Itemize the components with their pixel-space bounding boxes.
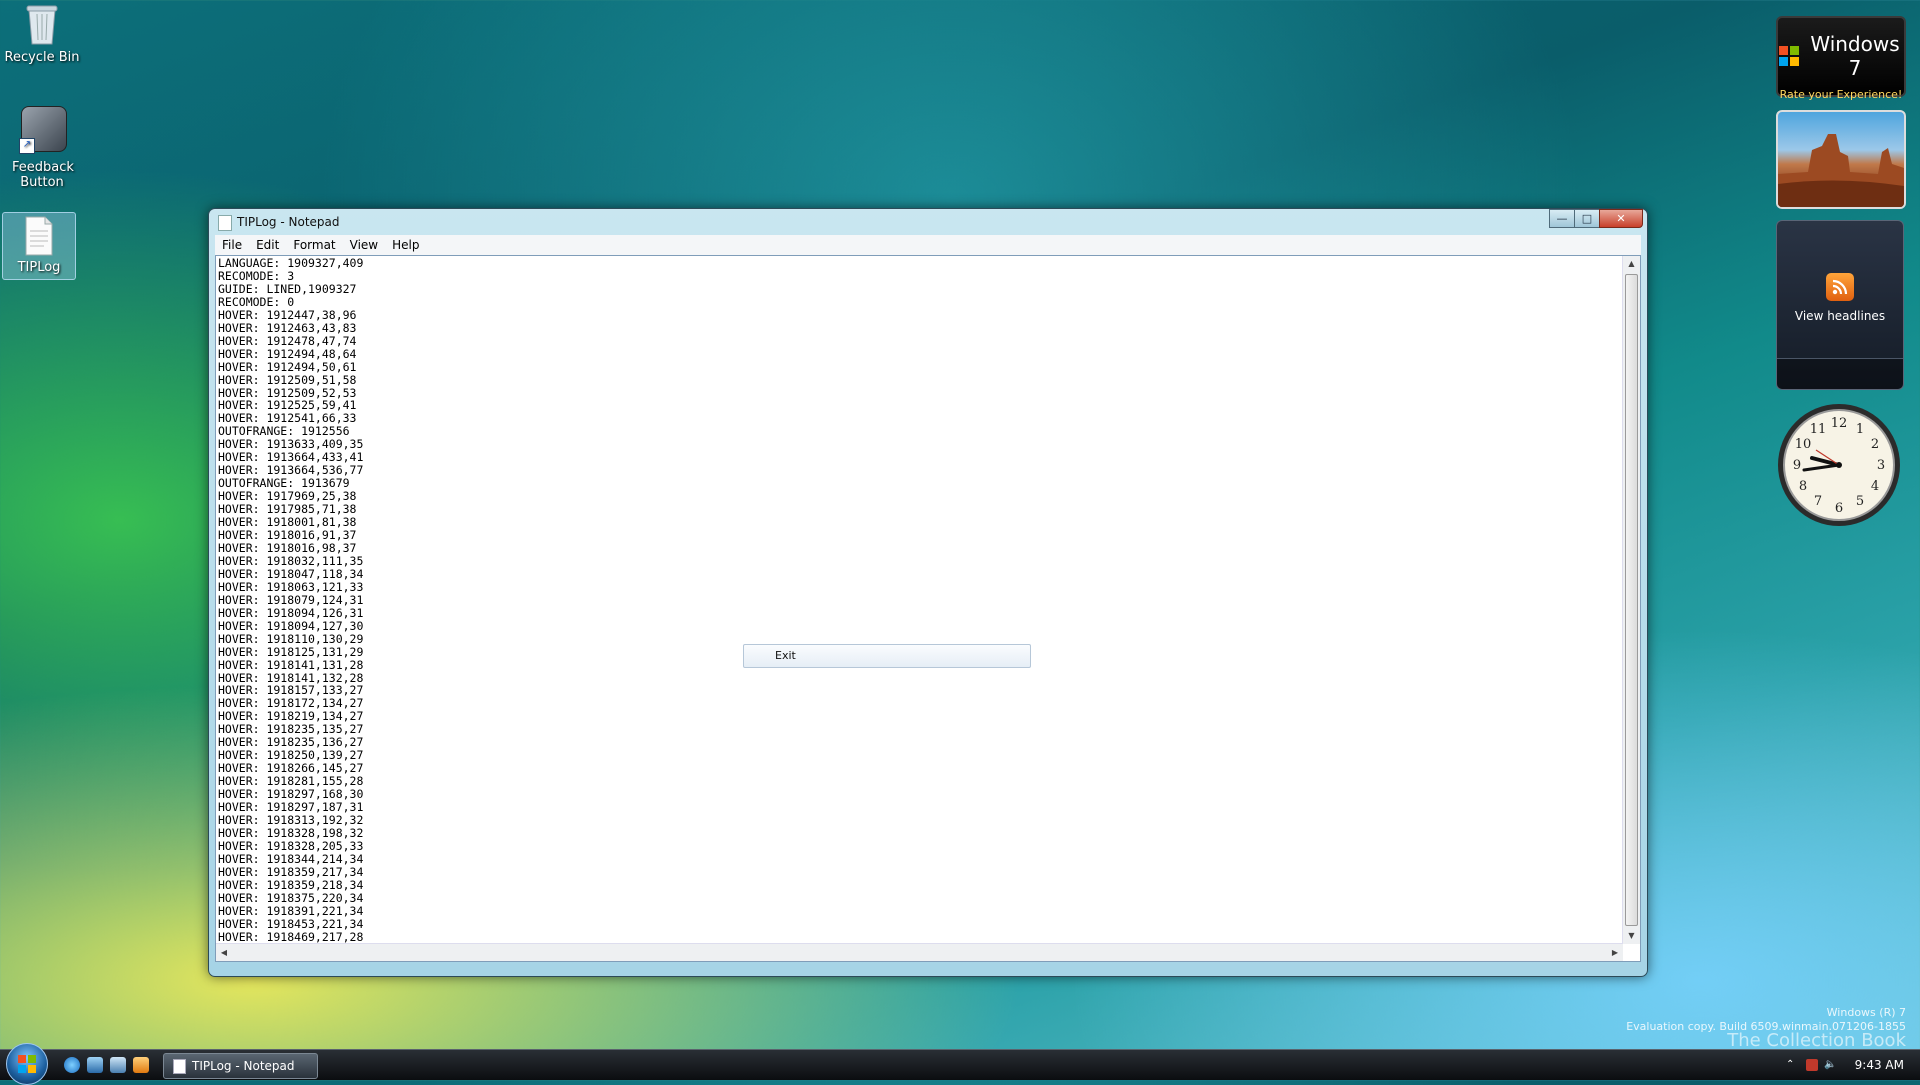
slideshow-photo — [1778, 134, 1904, 207]
watermark-line-1: Windows (R) 7 — [1826, 1006, 1906, 1019]
win7-title: Windows 7 — [1810, 32, 1900, 80]
menu-file[interactable]: File — [215, 238, 249, 252]
menu-help[interactable]: Help — [385, 238, 426, 252]
svg-text:5: 5 — [1856, 494, 1864, 509]
scroll-up-arrow-icon[interactable]: ▲ — [1623, 256, 1640, 272]
svg-text:4: 4 — [1871, 479, 1879, 494]
feedback-button-label: Feedback Button — [12, 160, 74, 190]
context-menu: Exit — [743, 644, 1031, 668]
taskbar-button-notepad[interactable]: TIPLog - Notepad — [163, 1053, 318, 1079]
show-desktop-icon[interactable] — [87, 1057, 103, 1073]
network-warning-icon[interactable] — [1806, 1059, 1818, 1071]
scroll-down-arrow-icon[interactable]: ▼ — [1623, 928, 1640, 944]
start-button[interactable] — [6, 1043, 48, 1085]
desktop-icon-feedback-button[interactable]: ↗ Feedback Button — [0, 106, 84, 190]
window-title: TIPLog - Notepad — [237, 215, 340, 229]
menu-edit[interactable]: Edit — [249, 238, 286, 252]
notepad-app-icon — [218, 215, 232, 231]
desktop-icon-tiplog[interactable]: TIPLog — [2, 212, 76, 280]
notepad-taskbar-icon — [173, 1058, 186, 1074]
svg-text:11: 11 — [1810, 422, 1827, 437]
svg-text:1: 1 — [1856, 422, 1864, 437]
tray-clock[interactable]: 9:43 AM — [1855, 1058, 1904, 1072]
build-watermark: Windows (R) 7 Evaluation copy. Build 650… — [1626, 1006, 1906, 1051]
horizontal-scrollbar[interactable]: ◀ ▶ — [216, 943, 1623, 961]
switch-windows-icon[interactable] — [110, 1057, 126, 1073]
menu-format[interactable]: Format — [286, 238, 342, 252]
rss-icon — [1826, 273, 1854, 301]
recycle-bin-label: Recycle Bin — [4, 50, 80, 65]
text-file-icon — [24, 216, 54, 256]
analog-clock-face: 12 12 345 678 91011 — [1778, 404, 1900, 526]
tiplog-label: TIPLog — [17, 260, 61, 275]
internet-explorer-icon[interactable] — [64, 1057, 80, 1073]
feed-headlines-gadget[interactable]: View headlines — [1776, 220, 1904, 390]
taskbar-button-label: TIPLog - Notepad — [192, 1059, 295, 1073]
minimize-button[interactable]: — — [1549, 209, 1575, 228]
document-text[interactable]: LANGUAGE: 1909327,409 RECOMODE: 3 GUIDE:… — [216, 256, 1622, 943]
vertical-scroll-thumb[interactable] — [1625, 274, 1638, 926]
svg-text:6: 6 — [1835, 501, 1843, 516]
watermark-line-3: The Collection Book — [1727, 1030, 1906, 1051]
minimize-icon: — — [1556, 212, 1568, 225]
windows-logo-icon — [18, 1055, 36, 1073]
windows-flag-icon — [1778, 45, 1800, 67]
view-headlines-link[interactable]: View headlines — [1777, 309, 1903, 323]
svg-text:10: 10 — [1795, 437, 1812, 452]
notepad-window[interactable]: TIPLog - Notepad — □ ✕ File Edit Format … — [208, 208, 1648, 977]
feedback-icon: ↗ — [19, 106, 67, 156]
clock-gadget[interactable]: 12 1 2 345 678 9 10 11 — [1776, 402, 1902, 528]
maximize-button[interactable]: □ — [1574, 209, 1600, 228]
media-player-icon[interactable] — [133, 1057, 149, 1073]
vertical-scrollbar[interactable]: ▲ ▼ — [1622, 256, 1640, 944]
windows7-rating-gadget[interactable]: Windows 7 Rate your Experience! — [1776, 16, 1906, 101]
recycle-bin-icon — [25, 2, 59, 46]
svg-text:3: 3 — [1877, 458, 1885, 473]
close-icon: ✕ — [1616, 212, 1626, 225]
scroll-right-arrow-icon[interactable]: ▶ — [1607, 944, 1623, 961]
context-menu-exit[interactable]: Exit — [775, 649, 796, 662]
svg-text:8: 8 — [1799, 479, 1807, 494]
win7-subtitle[interactable]: Rate your Experience! — [1778, 88, 1904, 101]
feed-gadget-footer — [1777, 358, 1903, 389]
svg-text:7: 7 — [1814, 494, 1822, 509]
maximize-icon: □ — [1581, 212, 1593, 225]
title-bar[interactable]: TIPLog - Notepad — □ ✕ — [209, 209, 1647, 236]
menu-bar: File Edit Format View Help — [215, 235, 1641, 255]
svg-text:12: 12 — [1831, 416, 1848, 431]
svg-text:2: 2 — [1871, 437, 1879, 452]
desktop-icon-recycle-bin[interactable]: Recycle Bin — [0, 2, 84, 65]
slideshow-gadget[interactable] — [1776, 110, 1906, 209]
volume-icon[interactable]: 🔈 — [1824, 1059, 1836, 1071]
menu-view[interactable]: View — [343, 238, 385, 252]
text-editor-area[interactable]: LANGUAGE: 1909327,409 RECOMODE: 3 GUIDE:… — [215, 255, 1641, 962]
close-button[interactable]: ✕ — [1599, 209, 1643, 228]
svg-text:9: 9 — [1793, 458, 1801, 473]
taskbar: TIPLog - Notepad ⌃ 🔈 9:43 AM — [0, 1043, 1920, 1085]
tray-expand-icon[interactable]: ⌃ — [1786, 1059, 1798, 1071]
scroll-left-arrow-icon[interactable]: ◀ — [216, 944, 232, 961]
